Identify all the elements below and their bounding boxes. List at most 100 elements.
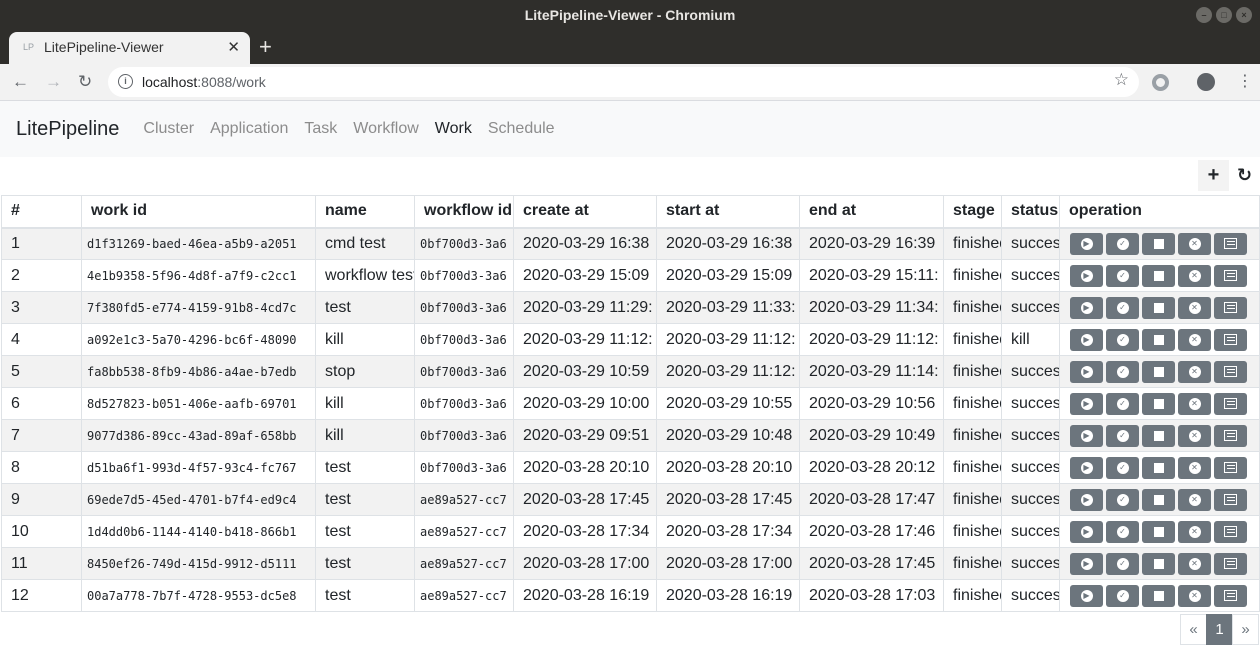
list-button[interactable] xyxy=(1214,488,1247,511)
run-button[interactable]: ▶ xyxy=(1070,520,1103,543)
col-header-stage[interactable]: stage xyxy=(943,195,1002,229)
nav-work[interactable]: Work xyxy=(427,120,480,138)
list-button[interactable] xyxy=(1214,264,1247,287)
stop-button[interactable] xyxy=(1142,328,1175,351)
list-button[interactable] xyxy=(1214,584,1247,607)
col-header-workflow-id[interactable]: workflow id xyxy=(414,195,514,229)
run-button[interactable]: ▶ xyxy=(1070,264,1103,287)
stop-button[interactable] xyxy=(1142,520,1175,543)
run-button[interactable]: ▶ xyxy=(1070,392,1103,415)
pagination-next[interactable]: » xyxy=(1232,614,1259,645)
stop-button[interactable] xyxy=(1142,296,1175,319)
delete-button[interactable]: ✕ xyxy=(1178,584,1211,607)
check-button[interactable]: ✓ xyxy=(1106,424,1139,447)
col-header-end-at[interactable]: end at xyxy=(799,195,944,229)
check-button[interactable]: ✓ xyxy=(1106,232,1139,255)
back-icon[interactable]: ← xyxy=(12,70,29,94)
list-button[interactable] xyxy=(1214,296,1247,319)
operation-cell: ▶ ✓ ✕ xyxy=(1059,227,1260,260)
browser-tab[interactable]: LP LitePipeline-Viewer ✕ xyxy=(9,32,250,64)
stop-button[interactable] xyxy=(1142,488,1175,511)
check-button[interactable]: ✓ xyxy=(1106,488,1139,511)
delete-button[interactable]: ✕ xyxy=(1178,520,1211,543)
list-button[interactable] xyxy=(1214,424,1247,447)
col-header-status[interactable]: status xyxy=(1001,195,1060,229)
url-input[interactable]: i localhost:8088/work ☆ xyxy=(108,67,1139,97)
row-index: 5 xyxy=(1,355,82,388)
stop-button[interactable] xyxy=(1142,552,1175,575)
nav-task[interactable]: Task xyxy=(296,120,345,138)
check-button[interactable]: ✓ xyxy=(1106,264,1139,287)
col-header-name[interactable]: name xyxy=(315,195,415,229)
tab-close-icon[interactable]: ✕ xyxy=(227,38,240,56)
new-tab-icon[interactable]: + xyxy=(259,32,272,62)
check-button[interactable]: ✓ xyxy=(1106,520,1139,543)
run-button[interactable]: ▶ xyxy=(1070,296,1103,319)
list-button[interactable] xyxy=(1214,456,1247,479)
close-window-icon[interactable]: × xyxy=(1236,7,1252,23)
status-cell: success xyxy=(1001,355,1060,388)
run-button[interactable]: ▶ xyxy=(1070,456,1103,479)
list-button[interactable] xyxy=(1214,520,1247,543)
col-header-work-id[interactable]: work id xyxy=(81,195,316,229)
reload-icon[interactable]: ↻ xyxy=(78,70,92,94)
col-header-index[interactable]: # xyxy=(1,195,82,229)
stop-button[interactable] xyxy=(1142,424,1175,447)
profile-avatar-icon[interactable] xyxy=(1197,73,1215,91)
bookmark-star-icon[interactable]: ☆ xyxy=(1114,70,1129,90)
delete-button[interactable]: ✕ xyxy=(1178,424,1211,447)
nav-cluster[interactable]: Cluster xyxy=(135,120,202,138)
col-header-create-at[interactable]: create at xyxy=(513,195,657,229)
check-button[interactable]: ✓ xyxy=(1106,584,1139,607)
delete-button[interactable]: ✕ xyxy=(1178,296,1211,319)
check-button[interactable]: ✓ xyxy=(1106,552,1139,575)
run-button[interactable]: ▶ xyxy=(1070,232,1103,255)
list-button[interactable] xyxy=(1214,392,1247,415)
delete-button[interactable]: ✕ xyxy=(1178,488,1211,511)
stop-button[interactable] xyxy=(1142,264,1175,287)
nav-workflow[interactable]: Workflow xyxy=(345,120,427,138)
run-button[interactable]: ▶ xyxy=(1070,488,1103,511)
list-button[interactable] xyxy=(1214,328,1247,351)
refresh-icon[interactable]: ↻ xyxy=(1230,160,1259,191)
stop-button[interactable] xyxy=(1142,584,1175,607)
delete-button[interactable]: ✕ xyxy=(1178,328,1211,351)
run-button[interactable]: ▶ xyxy=(1070,360,1103,383)
delete-button[interactable]: ✕ xyxy=(1178,392,1211,415)
check-button[interactable]: ✓ xyxy=(1106,392,1139,415)
check-button[interactable]: ✓ xyxy=(1106,360,1139,383)
list-button[interactable] xyxy=(1214,232,1247,255)
extension-icon[interactable] xyxy=(1152,74,1169,91)
site-info-icon[interactable]: i xyxy=(118,74,133,89)
list-button[interactable] xyxy=(1214,552,1247,575)
stop-button[interactable] xyxy=(1142,392,1175,415)
brand-logo[interactable]: LitePipeline xyxy=(16,118,119,141)
delete-button[interactable]: ✕ xyxy=(1178,360,1211,383)
browser-menu-icon[interactable]: ⋮ xyxy=(1237,69,1253,95)
delete-button[interactable]: ✕ xyxy=(1178,456,1211,479)
run-button[interactable]: ▶ xyxy=(1070,552,1103,575)
forward-icon[interactable]: → xyxy=(45,70,62,94)
pagination-page[interactable]: 1 xyxy=(1206,614,1233,645)
pagination-prev[interactable]: « xyxy=(1180,614,1207,645)
delete-button[interactable]: ✕ xyxy=(1178,232,1211,255)
name-cell: workflow test xyxy=(315,259,415,292)
stop-button[interactable] xyxy=(1142,232,1175,255)
maximize-icon[interactable]: □ xyxy=(1216,7,1232,23)
nav-schedule[interactable]: Schedule xyxy=(480,120,563,138)
minimize-icon[interactable]: – xyxy=(1196,7,1212,23)
plus-icon[interactable]: + xyxy=(1198,160,1229,191)
check-button[interactable]: ✓ xyxy=(1106,328,1139,351)
run-button[interactable]: ▶ xyxy=(1070,328,1103,351)
check-button[interactable]: ✓ xyxy=(1106,456,1139,479)
col-header-start-at[interactable]: start at xyxy=(656,195,800,229)
list-button[interactable] xyxy=(1214,360,1247,383)
check-button[interactable]: ✓ xyxy=(1106,296,1139,319)
delete-button[interactable]: ✕ xyxy=(1178,552,1211,575)
run-button[interactable]: ▶ xyxy=(1070,584,1103,607)
delete-button[interactable]: ✕ xyxy=(1178,264,1211,287)
nav-application[interactable]: Application xyxy=(202,120,296,138)
stop-button[interactable] xyxy=(1142,456,1175,479)
run-button[interactable]: ▶ xyxy=(1070,424,1103,447)
stop-button[interactable] xyxy=(1142,360,1175,383)
